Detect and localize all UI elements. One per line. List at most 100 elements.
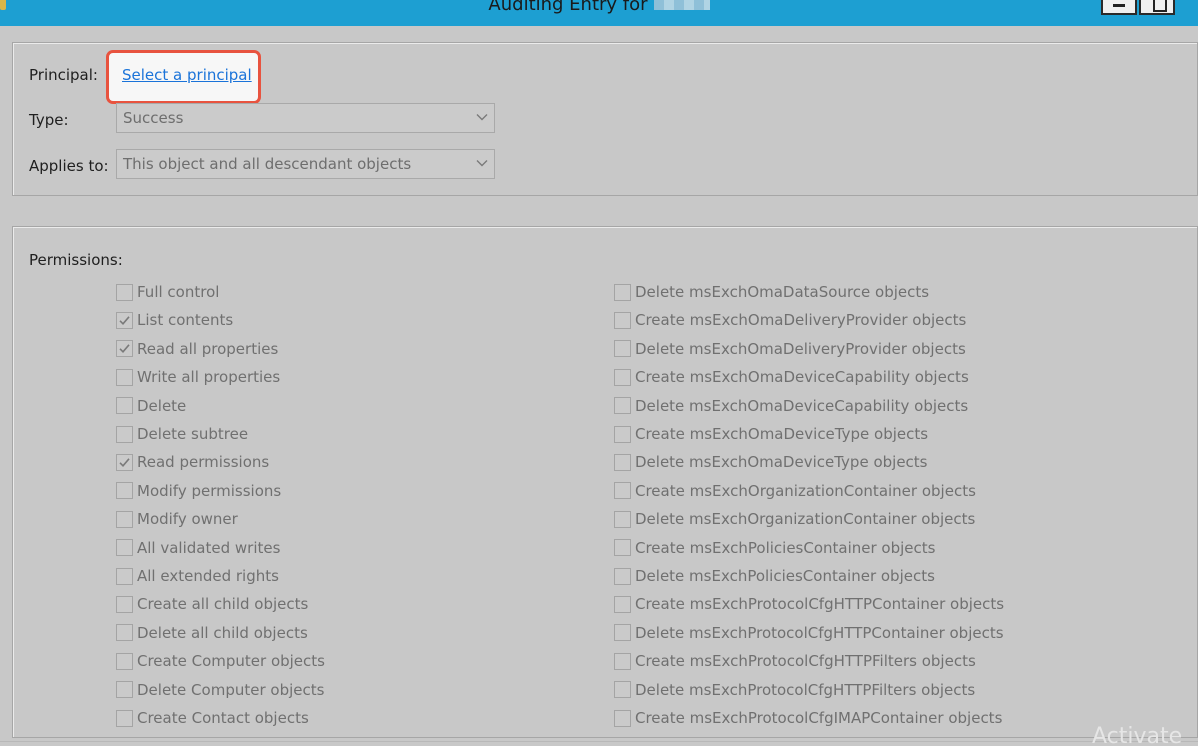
checkbox[interactable] <box>116 425 133 443</box>
checkbox[interactable] <box>614 510 631 528</box>
permission-label: Create msExchProtocolCfgHTTPContainer ob… <box>635 595 1005 614</box>
permission-label: Delete <box>137 396 187 415</box>
permission-checkbox[interactable]: Create msExchProtocolCfgHTTPFilters obje… <box>614 650 976 672</box>
activation-watermark: Activate <box>1092 724 1183 746</box>
permission-checkbox[interactable]: Create msExchProtocolCfgIMAPContainer ob… <box>614 707 1002 729</box>
permission-label: Read permissions <box>137 453 270 472</box>
permission-label: All validated writes <box>137 538 281 557</box>
permission-label: Delete msExchProtocolCfgHTTPFilters obje… <box>635 680 976 699</box>
checkbox[interactable] <box>614 283 631 301</box>
checkbox[interactable] <box>614 368 631 386</box>
permission-checkbox[interactable]: List contents <box>116 309 233 331</box>
checkbox[interactable] <box>116 595 133 613</box>
checkbox[interactable] <box>116 368 133 386</box>
permission-label: Create msExchOrganizationContainer objec… <box>635 481 976 500</box>
checkbox[interactable] <box>116 283 133 301</box>
permission-checkbox[interactable]: Modify owner <box>116 508 238 530</box>
permission-checkbox[interactable]: Delete msExchPoliciesContainer objects <box>614 565 935 587</box>
permission-checkbox[interactable]: Delete subtree <box>116 423 248 445</box>
permission-checkbox[interactable]: Modify permissions <box>116 480 281 502</box>
permission-checkbox[interactable]: Delete all child objects <box>116 622 308 644</box>
checkbox[interactable] <box>116 709 133 727</box>
permission-label: Create msExchOmaDeviceType objects <box>635 425 929 443</box>
permission-label: Full control <box>137 283 220 301</box>
permission-checkbox[interactable]: All validated writes <box>116 537 280 559</box>
permission-label: Delete subtree <box>137 425 249 443</box>
permission-checkbox[interactable]: Create Contact objects <box>116 707 309 729</box>
checkbox[interactable] <box>116 624 133 642</box>
permissions-label: Permissions: <box>29 251 123 269</box>
checkbox[interactable] <box>116 567 133 585</box>
permission-checkbox[interactable]: Create msExchPoliciesContainer objects <box>614 537 935 559</box>
permission-checkbox[interactable]: Delete msExchOrganizationContainer objec… <box>614 508 975 530</box>
window-bottom-border <box>0 741 1198 742</box>
permission-label: Create msExchOmaDeviceCapability objects <box>635 368 969 387</box>
checkbox[interactable] <box>116 539 133 557</box>
chevron-down-icon <box>476 114 488 121</box>
checkbox[interactable] <box>116 311 133 329</box>
permission-checkbox[interactable]: Delete msExchOmaDeviceCapability objects <box>614 395 968 417</box>
type-dropdown[interactable]: Success <box>116 103 495 133</box>
permission-checkbox[interactable]: Delete msExchProtocolCfgHTTPContainer ob… <box>614 622 1004 644</box>
checkbox[interactable] <box>614 624 631 642</box>
permission-label: Create msExchProtocolCfgIMAPContainer ob… <box>635 709 1003 727</box>
checkbox[interactable] <box>116 510 133 528</box>
checkbox[interactable] <box>614 397 631 415</box>
permission-checkbox[interactable]: Delete msExchOmaDeliveryProvider objects <box>614 338 966 360</box>
permission-label: Delete msExchOmaDataSource objects <box>635 283 930 301</box>
select-principal-link[interactable]: Select a principal <box>122 66 252 84</box>
checkbox[interactable] <box>614 681 631 699</box>
redacted-object-name <box>653 0 710 10</box>
permission-label: Modify permissions <box>137 481 282 500</box>
permission-label: Delete Computer objects <box>137 680 325 699</box>
checkbox[interactable] <box>116 652 133 670</box>
checkbox[interactable] <box>116 482 133 500</box>
maximize-button[interactable] <box>1139 0 1175 15</box>
permission-checkbox[interactable]: Create all child objects <box>116 593 308 615</box>
checkbox[interactable] <box>116 453 133 471</box>
checkbox[interactable] <box>614 595 631 613</box>
permission-label: Delete msExchOmaDeliveryProvider objects <box>635 339 966 358</box>
window-title-area: Auditing Entry for <box>0 0 1198 15</box>
checkbox[interactable] <box>614 311 631 329</box>
permission-label: Read all properties <box>137 339 279 358</box>
permission-label: Create all child objects <box>137 595 309 614</box>
checkbox[interactable] <box>614 340 631 358</box>
permission-checkbox[interactable]: Create msExchOrganizationContainer objec… <box>614 480 976 502</box>
checkbox[interactable] <box>614 482 631 500</box>
permission-checkbox[interactable]: Write all properties <box>116 366 280 388</box>
checkbox[interactable] <box>116 681 133 699</box>
checkbox[interactable] <box>614 652 631 670</box>
checkbox[interactable] <box>614 453 631 471</box>
permission-label: Create msExchPoliciesContainer objects <box>635 538 936 557</box>
applies-to-label: Applies to: <box>29 157 109 175</box>
checkbox[interactable] <box>614 425 631 443</box>
permission-checkbox[interactable]: Create Computer objects <box>116 650 325 672</box>
permission-checkbox[interactable]: Read all properties <box>116 338 278 360</box>
minimize-button[interactable] <box>1101 0 1137 15</box>
permission-label: Create msExchProtocolCfgHTTPFilters obje… <box>635 652 976 671</box>
permission-checkbox[interactable]: Delete Computer objects <box>116 679 324 701</box>
permission-checkbox[interactable]: Delete msExchProtocolCfgHTTPFilters obje… <box>614 679 975 701</box>
permission-checkbox[interactable]: Create msExchOmaDeliveryProvider objects <box>614 309 966 331</box>
permission-checkbox[interactable]: All extended rights <box>116 565 279 587</box>
permission-checkbox[interactable]: Delete msExchOmaDeviceType objects <box>614 451 928 473</box>
permission-checkbox[interactable]: Create msExchOmaDeviceCapability objects <box>614 366 969 388</box>
checkbox[interactable] <box>116 340 133 358</box>
checkbox[interactable] <box>614 567 631 585</box>
principal-label: Principal: <box>29 66 98 84</box>
permission-checkbox[interactable]: Delete msExchOmaDataSource objects <box>614 281 929 303</box>
permission-checkbox[interactable]: Delete <box>116 395 186 417</box>
checkbox[interactable] <box>614 709 631 727</box>
checkbox[interactable] <box>116 397 133 415</box>
permission-checkbox[interactable]: Read permissions <box>116 451 269 473</box>
checkbox[interactable] <box>614 539 631 557</box>
permission-checkbox[interactable]: Create msExchProtocolCfgHTTPContainer ob… <box>614 593 1004 615</box>
permission-checkbox[interactable]: Create msExchOmaDeviceType objects <box>614 423 928 445</box>
permission-label: Write all properties <box>137 368 281 387</box>
applies-to-dropdown[interactable]: This object and all descendant objects <box>116 149 495 179</box>
permission-label: List contents <box>137 311 234 330</box>
permission-checkbox[interactable]: Full control <box>116 281 219 303</box>
permission-label: Modify owner <box>137 510 238 529</box>
permission-label: Delete msExchPoliciesContainer objects <box>635 567 935 585</box>
